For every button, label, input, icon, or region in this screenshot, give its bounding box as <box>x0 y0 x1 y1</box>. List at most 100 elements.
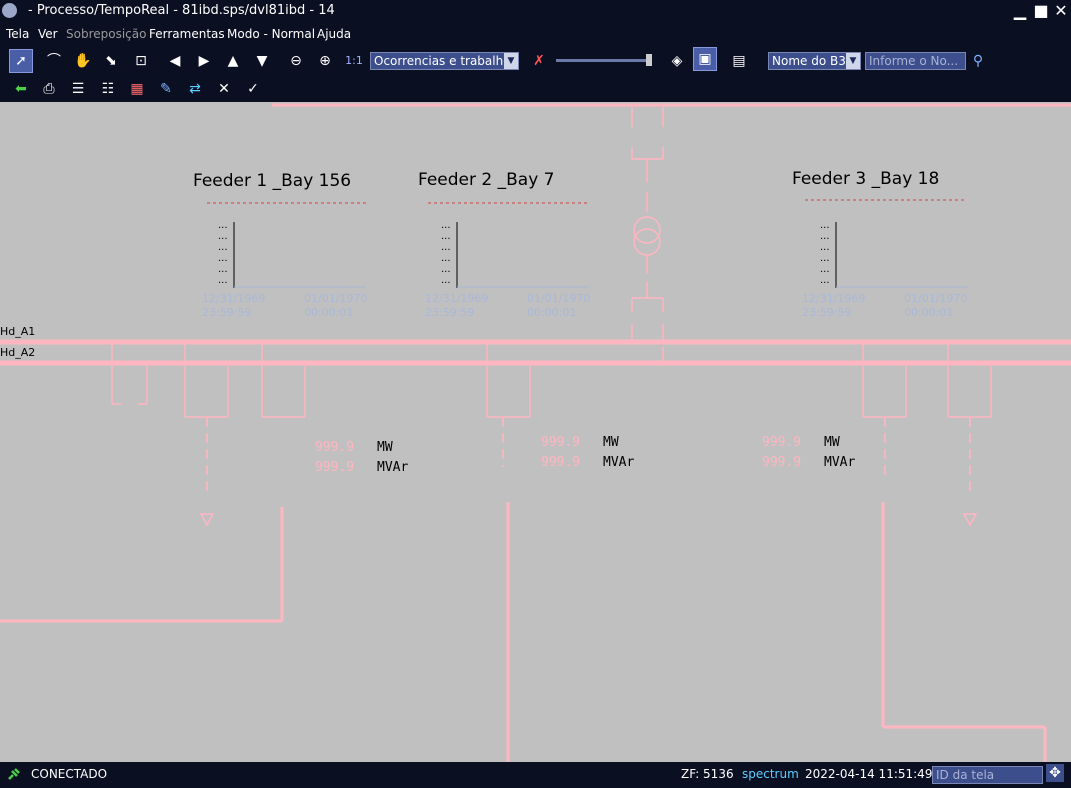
pan-hand-icon[interactable]: ✋ <box>72 50 94 72</box>
bus-a1-label[interactable]: Hd_A1 <box>0 325 35 338</box>
select-area-icon[interactable]: ⌒ <box>43 50 65 72</box>
status-bar: CONECTADO ZF: 5136 spectrum 2022-04-14 1… <box>0 762 1071 788</box>
ts-date: 01/01/1970 <box>304 292 368 305</box>
feeder-3-mvar-unit: MVAr <box>824 455 856 470</box>
feeder-1-mvar-unit: MVAr <box>377 460 409 475</box>
filter-clear-icon[interactable]: ✗ <box>528 50 550 72</box>
display-check-icon[interactable]: ▣ <box>693 47 717 71</box>
diagram-canvas[interactable]: Feeder 1 _Bay 156 .................. 12/… <box>0 102 1071 762</box>
feeder-1-title[interactable]: Feeder 1 _Bay 156 <box>193 171 351 191</box>
app-icon <box>2 3 17 18</box>
screen-id-input[interactable]: ID da tela <box>932 766 1043 784</box>
list-icon[interactable]: ☰ <box>67 78 89 100</box>
axis-tick: ... <box>820 253 830 264</box>
feeder-2-mw-unit: MW <box>603 435 619 450</box>
axis-tick: ... <box>218 275 228 286</box>
feeder-2-title[interactable]: Feeder 2 _Bay 7 <box>418 170 555 190</box>
axis-tick: ... <box>820 220 830 231</box>
pointer-icon[interactable]: ➚ <box>9 49 33 73</box>
chart-icon[interactable]: ▦ <box>126 78 148 100</box>
print-icon[interactable]: ⎙ <box>38 78 60 100</box>
feeder-2-mw-value[interactable]: 999.9 <box>541 435 580 450</box>
menu-ferramentas[interactable]: Ferramentas <box>149 27 225 41</box>
toolbar-secondary: ⬅ ⎙ ☰ ☷ ▦ ✎ ⇄ ✕ ✓ <box>0 76 1071 102</box>
menu-tela[interactable]: Tela <box>6 27 29 41</box>
feeder-2-mvar-unit: MVAr <box>603 455 635 470</box>
menu-sobreposicao[interactable]: Sobreposição <box>66 27 146 41</box>
feeder-2-ts-start: 12/31/1969 23:59:59 <box>425 292 488 320</box>
minimize-icon[interactable]: ▁ <box>1011 2 1029 20</box>
ts-time: 00:00:01 <box>304 306 354 319</box>
search-go-icon[interactable]: ⚲ <box>967 50 989 72</box>
feeder-3-ts-start: 12/31/1969 23:59:59 <box>802 292 865 320</box>
close-window-icon[interactable]: ✕ <box>1052 2 1070 20</box>
axis-tick: ... <box>218 231 228 242</box>
ts-time: 00:00:01 <box>904 306 954 319</box>
ts-date: 12/31/1969 <box>802 292 866 305</box>
slider-thumb[interactable] <box>646 54 652 66</box>
feeder-1-mw-unit: MW <box>377 440 393 455</box>
zoom-out-icon[interactable]: ⊖ <box>285 50 307 72</box>
axis-tick: ... <box>441 275 451 286</box>
zoom-in-icon[interactable]: ⊕ <box>314 50 336 72</box>
back-icon[interactable]: ⬅ <box>10 78 32 100</box>
menu-ver[interactable]: Ver <box>38 27 58 41</box>
feeder-3-ts-end: 01/01/1970 00:00:01 <box>904 292 967 320</box>
ts-date: 12/31/1969 <box>202 292 266 305</box>
feeder-3-mw-value[interactable]: 999.9 <box>762 435 801 450</box>
feeder-1-mw-value[interactable]: 999.9 <box>315 440 354 455</box>
opacity-slider[interactable] <box>556 59 652 62</box>
arrow-right-icon[interactable]: ▶ <box>193 50 215 72</box>
ts-time: 00:00:01 <box>527 306 577 319</box>
pencil-icon[interactable]: ✎ <box>155 78 177 100</box>
ts-date: 01/01/1970 <box>527 292 591 305</box>
overlay-select[interactable]: Ocorrencias e trabalhos ▼ <box>370 52 519 70</box>
feeder-3-mw-unit: MW <box>824 435 840 450</box>
feeder-1-ts-start: 12/31/1969 23:59:59 <box>202 292 265 320</box>
axis-tick: ... <box>218 253 228 264</box>
name-select-value: Nome do B3 <box>772 54 846 68</box>
chevron-down-icon: ▼ <box>504 53 518 69</box>
single-line-diagram <box>0 103 1071 762</box>
axis-tick: ... <box>820 264 830 275</box>
cancel-icon[interactable]: ✕ <box>213 78 235 100</box>
feeder-2-axis-ticks: .................. <box>441 220 451 286</box>
feeder-3-mvar-value[interactable]: 999.9 <box>762 455 801 470</box>
maximize-icon[interactable]: ■ <box>1032 2 1050 20</box>
bus-a2-label[interactable]: Hd_A2 <box>0 346 35 359</box>
chevron-down-icon: ▼ <box>846 53 860 69</box>
move-icon[interactable]: ✥ <box>1046 764 1064 782</box>
ts-date: 12/31/1969 <box>425 292 489 305</box>
search-input[interactable]: Informe o No... <box>865 52 966 70</box>
zoom-area-icon[interactable]: ⊡ <box>130 50 152 72</box>
ts-time: 23:59:59 <box>802 306 852 319</box>
feeder-2-ts-end: 01/01/1970 00:00:01 <box>527 292 590 320</box>
confirm-icon[interactable]: ✓ <box>242 78 264 100</box>
arrow-up-icon[interactable]: ▲ <box>222 50 244 72</box>
plug-icon <box>8 768 20 780</box>
menu-ajuda[interactable]: Ajuda <box>317 27 351 41</box>
feeder-3-title[interactable]: Feeder 3 _Bay 18 <box>792 169 939 189</box>
name-select[interactable]: Nome do B3 ▼ <box>768 52 861 70</box>
ts-date: 01/01/1970 <box>904 292 968 305</box>
axis-tick: ... <box>820 242 830 253</box>
feeder-1-mvar-value[interactable]: 999.9 <box>315 460 354 475</box>
menu-bar: Tela Ver Sobreposição Ferramentas Modo -… <box>0 22 1071 46</box>
feeder-2-mvar-value[interactable]: 999.9 <box>541 455 580 470</box>
axis-tick: ... <box>820 231 830 242</box>
arrow-down-icon[interactable]: ▼ <box>251 50 273 72</box>
axis-tick: ... <box>441 220 451 231</box>
swap-icon[interactable]: ⇄ <box>184 78 206 100</box>
document-icon[interactable]: ▤ <box>728 50 750 72</box>
list-end-icon[interactable]: ☷ <box>97 78 119 100</box>
connection-status: CONECTADO <box>31 767 108 781</box>
window-title: - Processo/TempoReal - 81ibd.sps/dvl81ib… <box>28 3 335 18</box>
zoom-ratio-button[interactable]: 1:1 <box>343 50 365 72</box>
axis-tick: ... <box>441 242 451 253</box>
axis-tick: ... <box>441 264 451 275</box>
menu-modo[interactable]: Modo - Normal <box>227 27 315 41</box>
arrow-left-icon[interactable]: ◀ <box>164 50 186 72</box>
layers-icon[interactable]: ◈ <box>666 50 688 72</box>
axis-tick: ... <box>820 275 830 286</box>
fit-icon[interactable]: ⬊ <box>100 50 122 72</box>
